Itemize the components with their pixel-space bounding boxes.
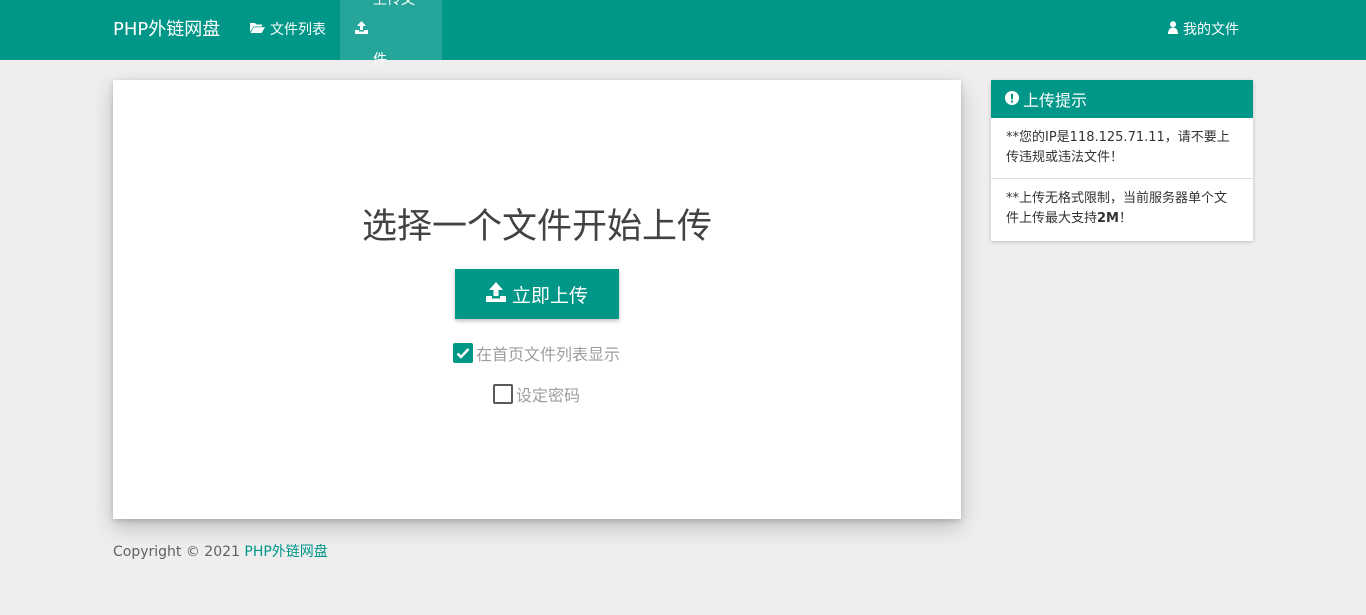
copyright-text: Copyright © 2021: [113, 544, 240, 560]
user-icon: [1168, 0, 1178, 60]
show-in-list-checkbox[interactable]: [453, 343, 473, 363]
upload-card[interactable]: 选择一个文件开始上传 立即上传 在首页文件列表显示 设定密码: [113, 80, 961, 519]
set-password-label: 设定密码: [516, 386, 581, 405]
nav-item-my-files[interactable]: 我的文件: [1153, 0, 1254, 60]
brand-logo[interactable]: PHP外链网盘: [113, 0, 220, 60]
size-limit-value: 2M: [1097, 211, 1119, 226]
tip-ip-warning: **您的IP是118.125.71.11，请不要上传违规或违法文件！: [991, 118, 1253, 179]
upload-title: 选择一个文件开始上传: [361, 207, 712, 247]
footer-site-link[interactable]: PHP外链网盘: [244, 544, 327, 560]
set-password-checkbox[interactable]: [493, 384, 513, 404]
nav-item-label: 文件列表: [270, 22, 326, 38]
exclamation-circle-icon: [1005, 90, 1019, 109]
upload-icon: [355, 0, 368, 60]
top-navbar: PHP外链网盘 文件列表 上传文件 我的文件: [0, 0, 1366, 68]
set-password-option[interactable]: 设定密码: [493, 382, 580, 406]
tips-title: 上传提示: [1023, 91, 1088, 110]
nav-item-upload[interactable]: 上传文件: [340, 0, 442, 68]
nav-item-file-list[interactable]: 文件列表: [235, 0, 341, 60]
upload-icon: [485, 281, 506, 307]
nav-item-label: 上传文件: [373, 0, 415, 68]
nav-item-label: 我的文件: [1183, 22, 1239, 38]
upload-now-button[interactable]: 立即上传: [455, 269, 619, 319]
folder-open-icon: [250, 0, 265, 60]
show-in-list-label: 在首页文件列表显示: [476, 345, 621, 364]
tip-size-limit: **上传无格式限制，当前服务器单个文件上传最大支持2M！: [1006, 191, 1228, 226]
upload-button-label: 立即上传: [511, 284, 588, 307]
show-in-list-option[interactable]: 在首页文件列表显示: [453, 341, 620, 365]
tips-header: 上传提示: [991, 80, 1253, 118]
footer: Copyright © 2021 PHP外链网盘: [113, 541, 328, 561]
upload-tips-panel: 上传提示 **您的IP是118.125.71.11，请不要上传违规或违法文件！ …: [991, 80, 1253, 241]
